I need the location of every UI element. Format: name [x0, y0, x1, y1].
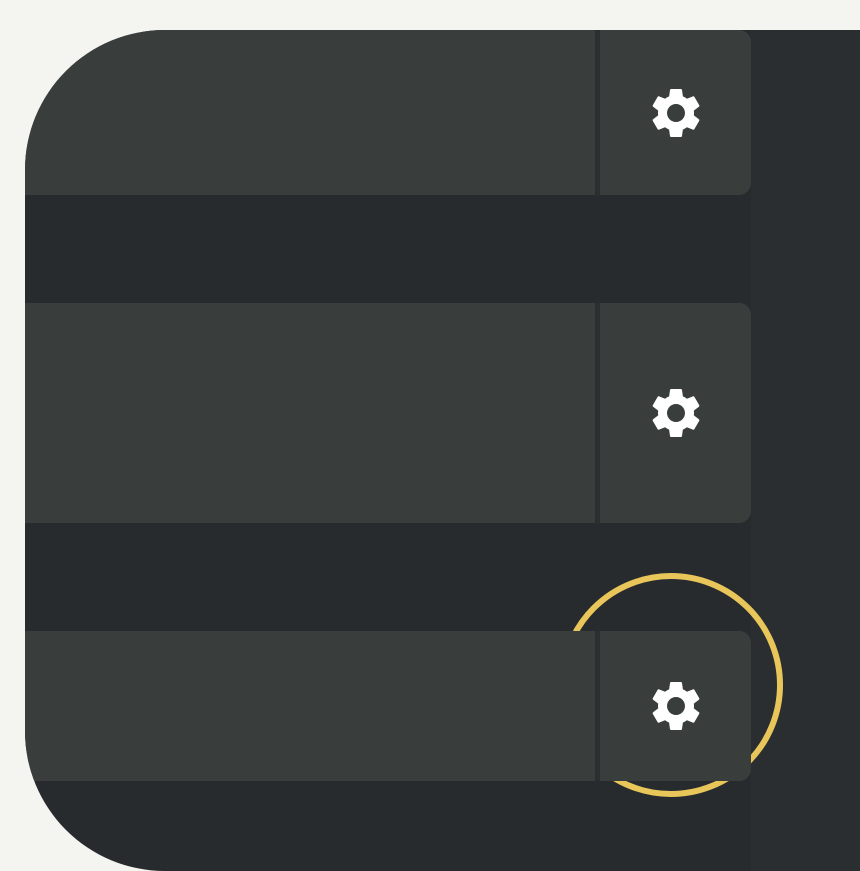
- list-item: [25, 30, 751, 195]
- list-item-content: [25, 30, 595, 195]
- settings-button[interactable]: [600, 30, 751, 195]
- gear-icon: [646, 83, 706, 143]
- settings-button[interactable]: [600, 631, 751, 781]
- list-item: [25, 631, 751, 781]
- gear-icon: [646, 383, 706, 443]
- gear-icon: [646, 676, 706, 736]
- list-item-content: [25, 631, 595, 781]
- settings-button[interactable]: [600, 303, 751, 523]
- list-item: [25, 303, 783, 797]
- settings-panel: [25, 30, 860, 871]
- list-item-content: [25, 303, 595, 523]
- panel-edge: [751, 30, 860, 871]
